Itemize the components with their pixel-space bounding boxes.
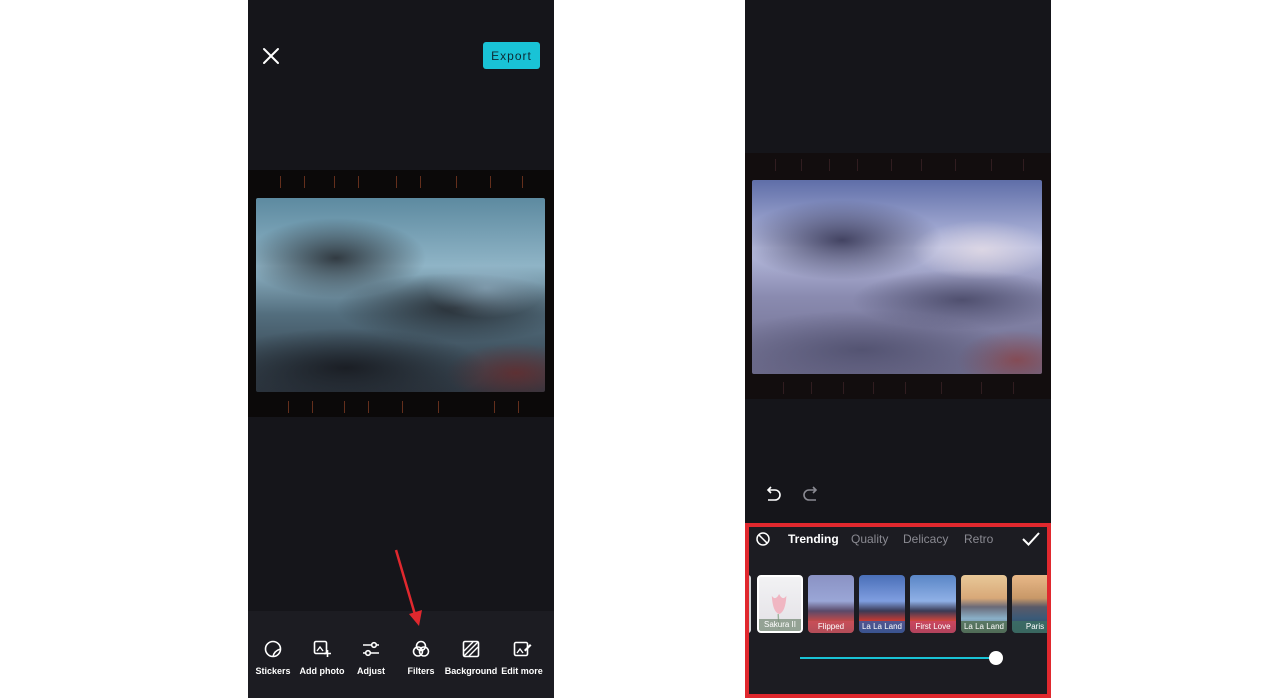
sprocket-row-bottom — [745, 378, 1051, 396]
background-icon — [462, 640, 480, 658]
add-photo-icon — [313, 640, 331, 657]
toolbar-filters[interactable]: Filters — [395, 639, 447, 689]
sticker-icon — [264, 640, 282, 658]
tab-trending[interactable]: Trending — [788, 532, 839, 546]
filter-thumb-flipped[interactable]: Flipped — [808, 575, 854, 633]
tab-retro[interactable]: Retro — [964, 532, 993, 546]
filter-thumb-la-la-land-2[interactable]: La La Land — [961, 575, 1007, 633]
tab-quality[interactable]: Quality — [851, 532, 888, 546]
toolbar-background[interactable]: Background — [445, 639, 497, 689]
tab-delicacy[interactable]: Delicacy — [903, 532, 948, 546]
toolbar-add-photo[interactable]: Add photo — [296, 639, 348, 689]
filter-label: La La Land — [859, 621, 905, 633]
toolbar-label: Adjust — [357, 666, 385, 676]
photo-preview[interactable] — [256, 198, 545, 392]
undo-icon[interactable] — [764, 485, 782, 503]
filter-label: First Love — [910, 621, 956, 633]
confirm-check-icon[interactable] — [1021, 530, 1041, 548]
intensity-slider-track[interactable] — [800, 657, 997, 659]
export-button[interactable]: Export — [483, 42, 540, 69]
redo-icon[interactable] — [802, 485, 820, 503]
no-filter-icon[interactable] — [755, 531, 771, 547]
left-phone-screen: Export Stickers Add photo Adjust Filters — [248, 0, 554, 698]
filter-label: Sakura II — [759, 619, 801, 631]
filter-label: La La Land — [961, 621, 1007, 633]
toolbar-label: Stickers — [255, 666, 291, 676]
filter-tabs: Trending Quality Delicacy Retro — [745, 524, 1051, 554]
filter-thumbnails: Sakura II Flipped La La Land First Love … — [745, 574, 1051, 636]
toolbar-stickers[interactable]: Stickers — [248, 639, 299, 689]
filter-thumb-la-la-land[interactable]: La La Land — [859, 575, 905, 633]
toolbar-label: Background — [444, 666, 498, 676]
film-frame — [248, 170, 554, 417]
filter-thumb-sakura-ii[interactable]: Sakura II — [757, 575, 803, 633]
right-phone-screen: Trending Quality Delicacy Retro Sakura I… — [745, 0, 1051, 698]
toolbar-label: Filters — [407, 666, 435, 676]
toolbar-edit-more[interactable]: Edit more — [496, 639, 548, 689]
sprocket-row-bottom — [248, 397, 554, 415]
sprocket-row-top — [745, 155, 1051, 173]
bottom-toolbar: Stickers Add photo Adjust Filters Backgr… — [248, 611, 554, 698]
film-frame — [745, 153, 1051, 399]
toolbar-adjust[interactable]: Adjust — [345, 639, 397, 689]
filter-thumb-partial[interactable] — [745, 575, 751, 633]
close-icon[interactable] — [260, 45, 282, 67]
edit-more-icon — [513, 641, 532, 657]
toolbar-label: Edit more — [501, 666, 543, 676]
photo-preview-filtered[interactable] — [752, 180, 1042, 374]
filter-thumb-first-love[interactable]: First Love — [910, 575, 956, 633]
adjust-sliders-icon — [363, 641, 379, 657]
sprocket-row-top — [248, 172, 554, 190]
filter-panel: Trending Quality Delicacy Retro Sakura I… — [745, 524, 1051, 698]
filter-label: Paris — [1012, 621, 1051, 633]
filters-icon — [412, 640, 430, 657]
filter-thumb-paris[interactable]: Paris — [1012, 575, 1051, 633]
toolbar-label: Add photo — [299, 666, 345, 676]
intensity-slider-knob[interactable] — [989, 651, 1003, 665]
filter-label: Flipped — [808, 621, 854, 633]
